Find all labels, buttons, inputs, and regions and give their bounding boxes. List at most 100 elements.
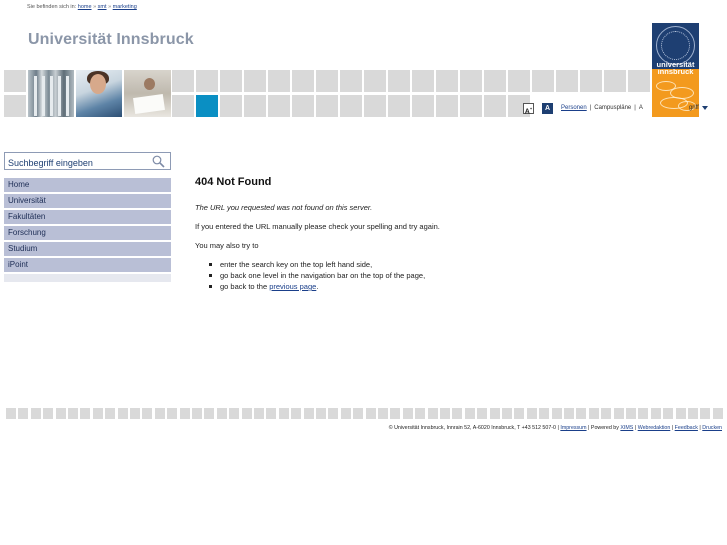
breadcrumb: Sie befinden sich in: home » smt » marke… <box>27 4 137 10</box>
magnifier-icon[interactable] <box>152 155 165 168</box>
sidenav-item-forschung[interactable]: Forschung <box>4 226 171 240</box>
topnav-link-a[interactable]: A <box>639 105 643 111</box>
footer-tile <box>712 408 723 419</box>
footer-powered-by: Powered by <box>590 425 619 431</box>
top-navigation: A+ A Personen | Campuspläne | A griff <box>523 101 708 115</box>
sidenav-footer <box>4 274 171 282</box>
breadcrumb-link-home[interactable]: home <box>78 4 92 10</box>
footer-tile <box>241 408 252 419</box>
footer-tile <box>378 408 388 419</box>
footer-tile <box>266 408 277 419</box>
search-input[interactable] <box>5 155 145 171</box>
footer-tile <box>105 408 116 419</box>
breadcrumb-link-marketing[interactable]: marketing <box>113 4 137 10</box>
header-tile <box>4 95 26 117</box>
header-tile <box>244 70 266 92</box>
header-tile <box>412 70 434 92</box>
footer-tile <box>154 408 165 419</box>
header-tile <box>292 95 314 117</box>
footer-tile <box>328 408 339 419</box>
header-tile <box>220 95 242 117</box>
header-tile <box>268 95 290 117</box>
site-title[interactable]: Universität Innsbruck <box>28 31 194 49</box>
header-tile <box>316 70 338 92</box>
suggestion-item: go back to the previous page. <box>209 282 695 291</box>
footer-tile <box>340 408 351 419</box>
logo-text-2: innsbruck <box>657 69 694 76</box>
header-tile <box>292 70 314 92</box>
breadcrumb-separator: » <box>108 4 112 10</box>
footer-tile <box>6 408 16 419</box>
logo-text: universität <box>656 60 695 69</box>
footer-link-xims[interactable]: XIMS <box>620 425 633 431</box>
footer-tile <box>601 408 612 419</box>
footer-tile <box>427 408 438 419</box>
sidenav-item-universitaet[interactable]: Universität <box>4 194 171 208</box>
footer-tile <box>502 408 512 419</box>
footer-tile <box>551 408 562 419</box>
previous-page-link[interactable]: previous page <box>269 282 316 291</box>
sidenav-item-fakultaeten[interactable]: Fakultäten <box>4 210 171 224</box>
side-navigation: Home Universität Fakultäten Forschung St… <box>4 178 171 282</box>
footer-tile <box>55 408 66 419</box>
footer-separator: | <box>699 425 701 431</box>
footer-tile <box>18 408 29 419</box>
header-tile <box>172 70 194 92</box>
header-tile <box>4 70 26 92</box>
header-tile <box>364 95 386 117</box>
footer-tile <box>402 408 413 419</box>
header-tile <box>388 70 410 92</box>
header-tile <box>436 95 458 117</box>
header-tile <box>508 70 530 92</box>
footer-tile <box>588 408 599 419</box>
topnav-link-personen[interactable]: Personen <box>561 105 587 111</box>
header-tile <box>340 95 362 117</box>
font-size-normal-button[interactable]: A <box>542 102 553 114</box>
header-tile <box>268 70 290 92</box>
topnav-link-campusplaene[interactable]: Campuspläne <box>594 105 631 111</box>
header-tile <box>460 95 482 117</box>
footer-separator: | <box>671 425 674 431</box>
sidenav-item-home[interactable]: Home <box>4 178 171 192</box>
footer-link-drucken[interactable]: Drucken <box>702 425 722 431</box>
header-tile <box>556 70 578 92</box>
main-content: 404 Not Found The URL you requested was … <box>195 176 695 293</box>
footer-tile <box>353 408 364 419</box>
footer-tile <box>700 408 711 419</box>
header-tile <box>436 70 458 92</box>
header-tile <box>580 70 602 92</box>
header-tile <box>244 95 266 117</box>
footer-tile <box>477 408 488 419</box>
header-tile <box>628 70 650 92</box>
sidenav-item-ipoint[interactable]: iPoint <box>4 258 171 272</box>
search-box <box>4 152 171 171</box>
footer: © Universität Innsbruck, Innrain 52, A-6… <box>389 425 722 431</box>
footer-tile <box>526 408 537 419</box>
footer-tile <box>390 408 401 419</box>
footer-separator: | <box>557 425 559 431</box>
topnav-separator: | <box>589 105 592 111</box>
triangle-down-icon[interactable] <box>701 106 708 110</box>
font-size-large-button[interactable]: A+ <box>523 102 534 115</box>
footer-link-feedback[interactable]: Feedback <box>675 425 698 431</box>
footer-tile <box>278 408 289 419</box>
footer-tile <box>539 408 550 419</box>
footer-tile <box>638 408 649 419</box>
breadcrumb-link-smt[interactable]: smt <box>98 4 107 10</box>
footer-link-impressum[interactable]: Impressum <box>560 425 586 431</box>
footer-tile <box>204 408 215 419</box>
footer-tile <box>489 408 500 419</box>
header-tile <box>220 70 242 92</box>
footer-tile <box>68 408 78 419</box>
footer-tile <box>316 408 326 419</box>
highlight-tile <box>196 95 218 117</box>
footer-tile <box>229 408 240 419</box>
footer-link-webredaktion[interactable]: Webredaktion <box>638 425 671 431</box>
footer-tile <box>514 408 525 419</box>
error-hint: If you entered the URL manually please c… <box>195 222 440 231</box>
footer-tile <box>142 408 153 419</box>
sidenav-item-studium[interactable]: Studium <box>4 242 171 256</box>
topnav-link-begriff[interactable]: griff <box>689 105 699 111</box>
breadcrumb-separator: » <box>93 4 97 10</box>
header-tile <box>316 95 338 117</box>
